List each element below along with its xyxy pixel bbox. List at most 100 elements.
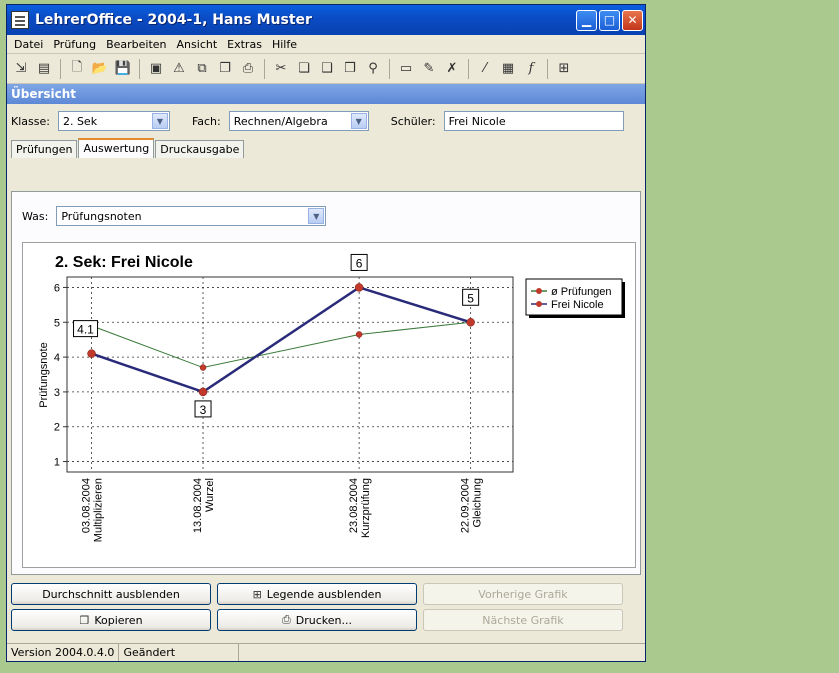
cut-icon[interactable]: ✂ — [271, 59, 291, 79]
export-icon[interactable]: ▤ — [34, 59, 54, 79]
status-version: Version 2004.0.4.0 — [7, 644, 120, 661]
legende-label: Legende ausblenden — [266, 587, 382, 601]
legend-swatch-marker — [536, 301, 542, 307]
durchschnitt-button[interactable]: Durchschnitt ausblenden — [11, 583, 211, 605]
calculator-icon[interactable]: ▦ — [498, 59, 518, 79]
data-label: 3 — [200, 403, 207, 417]
minimize-button[interactable]: ▁ — [576, 9, 597, 31]
y-tick-label: 3 — [54, 387, 60, 399]
tab-strip: Prüfungen Auswertung Druckausgabe — [7, 138, 645, 158]
y-tick-label: 5 — [54, 317, 60, 329]
x-tick-label-group: 03.08.2004 Multiplizieren — [81, 478, 105, 542]
pen-icon[interactable]: ⁄ — [475, 59, 495, 79]
legend-icon[interactable]: ⊞ — [554, 59, 574, 79]
y-axis-label: Prüfungsnote — [38, 342, 50, 407]
status-state: Geändert — [119, 644, 240, 661]
chevron-down-icon[interactable]: ▼ — [308, 208, 325, 224]
new-icon[interactable]: 🗋 — [67, 59, 87, 79]
toolbar-separator — [139, 58, 140, 79]
menu-bearbeiten[interactable]: Bearbeiten — [101, 38, 171, 51]
toolbar: ⇲ ▤ 🗋 📂 💾 ▣ ⚠ ⧉ ❐ ⎙ ✂ ❏ ❑ ❒ ⚲ ▭ ✎ ✗ ⁄ ▦ … — [7, 54, 645, 84]
data-point — [354, 283, 364, 292]
x-tick-date: 23.08.2004 — [348, 478, 360, 533]
series-line-1 — [91, 286, 472, 394]
delete-icon[interactable]: ✗ — [442, 59, 462, 79]
open-icon[interactable]: 📂 — [90, 59, 110, 79]
klasse-value: 2. Sek — [62, 114, 98, 128]
x-tick-name: Gleichung — [472, 478, 484, 528]
drucken-button[interactable]: ⎙ Drucken... — [217, 609, 417, 631]
folder-icon[interactable]: ▭ — [396, 59, 416, 79]
chevron-down-icon[interactable]: ▼ — [151, 113, 168, 129]
properties-icon[interactable]: ▣ — [146, 59, 166, 79]
paste-icon[interactable]: ❑ — [317, 59, 337, 79]
formula-icon[interactable]: f — [521, 59, 541, 79]
find-icon[interactable]: ⚲ — [363, 59, 383, 79]
toolbar-separator — [264, 58, 265, 79]
x-tick-date: 13.08.2004 — [192, 478, 204, 533]
schueler-value: Frei Nicole — [448, 114, 506, 128]
maximize-button[interactable]: □ — [599, 9, 620, 31]
toolbar-separator — [547, 58, 548, 79]
vorherige-label: Vorherige Grafik — [478, 587, 568, 601]
edit-icon[interactable]: ✎ — [419, 59, 439, 79]
x-tick-name: Wurzel — [204, 478, 216, 512]
x-tick-label-group: 22.09.2004 Gleichung — [460, 478, 484, 533]
x-axis-labels: 03.08.2004 Multiplizieren 13.08.2004 Wurzel… — [81, 478, 484, 542]
fach-select[interactable]: Rechnen/Algebra ▼ — [228, 111, 369, 131]
tab-auswertung[interactable]: Auswertung — [78, 138, 155, 158]
tab-pruefungen[interactable]: Prüfungen — [11, 140, 78, 158]
chart-title: 2. Sek: Frei Nicole — [55, 254, 193, 271]
data-point — [198, 387, 208, 397]
legend-shadow — [622, 282, 625, 318]
y-tick-label: 2 — [54, 422, 60, 434]
copy-icon[interactable]: ❐ — [215, 59, 235, 79]
drucken-label: Drucken... — [295, 613, 353, 627]
x-tick-date: 03.08.2004 — [81, 478, 93, 533]
legend-entry: Frei Nicole — [551, 299, 604, 311]
print-icon[interactable]: ⎙ — [238, 59, 258, 79]
menu-ansicht[interactable]: Ansicht — [172, 38, 223, 51]
naechste-grafik-button[interactable]: Nächste Grafik — [423, 609, 623, 631]
klasse-select[interactable]: 2. Sek ▼ — [57, 111, 170, 131]
section-header: Übersicht — [7, 84, 645, 104]
data-label: 4.1 — [77, 323, 94, 337]
y-axis-ticks: 1 2 3 4 5 6 — [54, 282, 67, 469]
legende-button[interactable]: ⊞ Legende ausblenden — [217, 583, 417, 605]
was-label: Was: — [22, 209, 49, 223]
menu-pruefung[interactable]: Prüfung — [48, 38, 101, 51]
close-button[interactable]: ✕ — [622, 9, 643, 31]
copy2-icon[interactable]: ❏ — [294, 59, 314, 79]
menu-datei[interactable]: Datei — [9, 38, 48, 51]
chevron-down-icon[interactable]: ▼ — [350, 113, 367, 129]
app-icon — [11, 11, 29, 29]
toolbar-separator — [389, 58, 390, 79]
paste-special-icon[interactable]: ❒ — [340, 59, 360, 79]
tab-druckausgabe[interactable]: Druckausgabe — [155, 140, 245, 158]
legend-swatch-marker — [536, 288, 542, 294]
copy-class-icon[interactable]: ⧉ — [192, 59, 212, 79]
y-tick-label: 1 — [54, 457, 60, 469]
import-icon[interactable]: ⇲ — [11, 59, 31, 79]
grid-lines — [67, 277, 513, 472]
wizard-icon[interactable]: ⚠ — [169, 59, 189, 79]
save-icon[interactable]: 💾 — [113, 59, 133, 79]
was-select[interactable]: Prüfungsnoten ▼ — [56, 206, 327, 226]
klasse-label: Klasse: — [11, 114, 50, 128]
line-chart: 2. Sek: Frei Nicole 123456 Prüfungsnote … — [38, 253, 625, 542]
vorherige-grafik-button[interactable]: Vorherige Grafik — [423, 583, 623, 605]
menu-extras[interactable]: Extras — [222, 38, 267, 51]
kopieren-button[interactable]: ❐ Kopieren — [11, 609, 211, 631]
fach-label: Fach: — [191, 114, 221, 128]
chart-area: 2. Sek: Frei Nicole 123456 Prüfungsnote … — [22, 242, 636, 568]
was-row: Was: Prüfungsnoten ▼ — [22, 206, 327, 226]
fach-value: Rechnen/Algebra — [233, 114, 328, 128]
app-window: LehrerOffice - 2004-1, Hans Muster ▁ □ ✕… — [6, 4, 646, 662]
toolbar-separator — [60, 58, 61, 79]
menu-hilfe[interactable]: Hilfe — [267, 38, 302, 51]
schueler-field[interactable]: Frei Nicole — [443, 111, 624, 131]
x-tick-date: 22.09.2004 — [460, 478, 472, 533]
x-tick-name: Kurzprüfung — [360, 478, 372, 538]
y-tick-label: 4 — [54, 352, 60, 364]
title-bar[interactable]: LehrerOffice - 2004-1, Hans Muster ▁ □ ✕ — [7, 5, 645, 35]
